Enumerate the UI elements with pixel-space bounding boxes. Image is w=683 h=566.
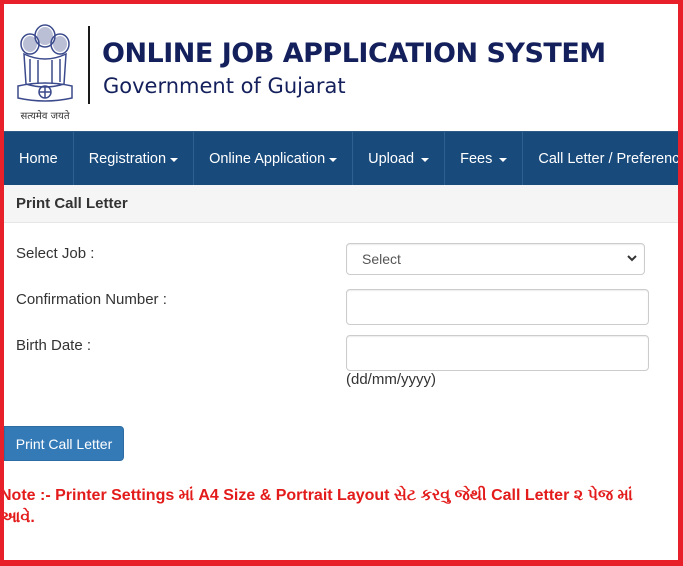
caret-down-icon xyxy=(170,158,179,162)
nav-registration-label: Registration xyxy=(88,151,167,167)
select-job-label: Select Job : xyxy=(16,245,95,262)
national-emblem-logo: सत्यमेव जयते xyxy=(12,14,78,124)
birth-date-label: Birth Date : xyxy=(16,337,92,354)
caret-down-icon xyxy=(329,158,338,162)
print-call-letter-button[interactable]: Print Call Letter xyxy=(4,426,124,461)
birth-date-input[interactable] xyxy=(346,335,649,371)
main-navbar: Home Registration Online Application Upl… xyxy=(4,131,678,186)
page-frame: सत्यमेव जयते ONLINE JOB APPLICATION SYST… xyxy=(4,4,678,560)
nav-upload[interactable]: Upload xyxy=(353,132,446,186)
nav-upload-label: Upload xyxy=(368,151,415,167)
nav-registration[interactable]: Registration xyxy=(74,132,195,186)
printer-settings-note: Note :- Printer Settings માં A4 Size & P… xyxy=(4,487,633,526)
select-job-dropdown[interactable]: Select xyxy=(346,243,645,275)
nav-online-application-label: Online Application xyxy=(209,151,326,167)
birth-date-format-hint: (dd/mm/yyyy) xyxy=(346,371,436,388)
nav-online-application[interactable]: Online Application xyxy=(194,132,354,186)
emblem-motto: सत्यमेव जयते xyxy=(20,111,70,122)
confirmation-number-input[interactable] xyxy=(346,289,649,325)
panel-title: Print Call Letter xyxy=(16,195,128,212)
nav-fees-label: Fees xyxy=(460,151,493,167)
panel-heading: Print Call Letter xyxy=(4,185,678,223)
confirmation-number-label: Confirmation Number : xyxy=(16,291,167,308)
site-title: ONLINE JOB APPLICATION SYSTEM xyxy=(102,38,606,69)
select-job-value: Select xyxy=(362,251,401,267)
caret-down-icon xyxy=(499,158,508,162)
nav-call-letter-preference[interactable]: Call Letter / Preference xyxy=(523,132,678,186)
caret-down-icon xyxy=(421,158,430,162)
nav-call-letter-preference-label: Call Letter / Preference xyxy=(538,151,678,167)
header-divider xyxy=(88,26,90,104)
nav-home-label: Home xyxy=(19,151,58,167)
nav-home[interactable]: Home xyxy=(4,132,74,186)
chevron-down-icon xyxy=(627,255,637,262)
nav-fees[interactable]: Fees xyxy=(445,132,524,186)
site-header: सत्यमेव जयते ONLINE JOB APPLICATION SYST… xyxy=(4,4,678,131)
site-subtitle: Government of Gujarat xyxy=(103,74,346,98)
